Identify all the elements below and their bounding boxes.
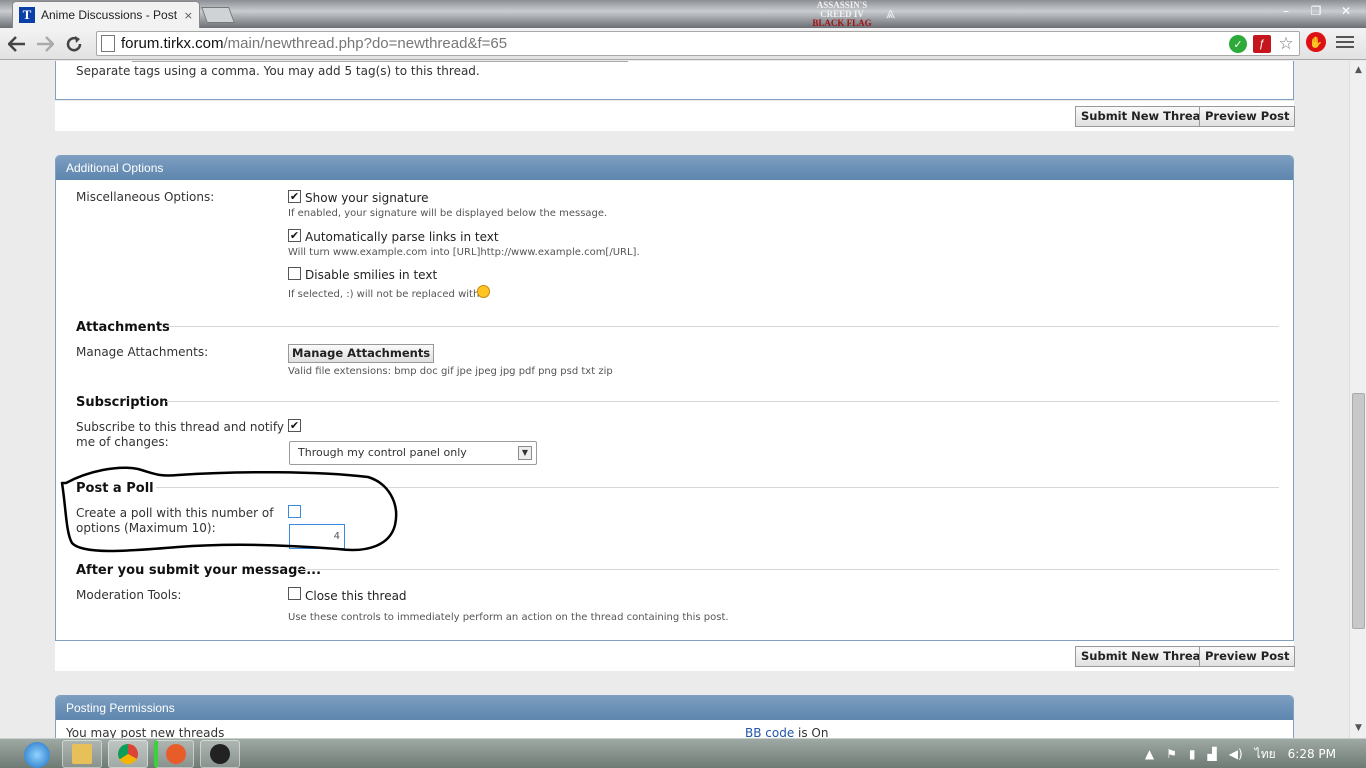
tags-hint: Separate tags using a comma. You may add… [76, 64, 480, 78]
poll-label-line2: options (Maximum 10): [76, 521, 216, 535]
scroll-down-icon[interactable]: ▼ [1353, 723, 1364, 734]
restore-icon[interactable]: ❐ [1304, 2, 1328, 20]
flash-icon[interactable]: ƒ [1253, 35, 1271, 53]
close-thread-checkbox[interactable] [288, 587, 301, 600]
permission-post-threads: You may post new threads [66, 726, 225, 738]
steam-icon[interactable] [200, 740, 240, 768]
bbcode-link[interactable]: BB code [745, 726, 794, 738]
adblock-icon[interactable]: ✋ [1306, 32, 1326, 52]
disable-smilies-label[interactable]: Disable smilies in text [305, 268, 437, 282]
tags-input[interactable] [132, 61, 628, 62]
forward-icon[interactable] [33, 32, 57, 56]
disable-smilies-hint: If selected, :) will not be replaced wit… [288, 289, 480, 300]
menu-icon[interactable] [1336, 32, 1354, 52]
scroll-up-icon[interactable]: ▲ [1353, 65, 1364, 76]
theme-logo: ASSASSIN'S CREED IV BLACK FLAG [812, 0, 872, 28]
browser-toolbar: forum.tirkx.com/main/newthread.php?do=ne… [0, 28, 1366, 60]
volume-icon[interactable]: ◀) [1229, 747, 1243, 761]
page-scrollbar[interactable]: ▲ ▼ [1349, 61, 1366, 738]
manage-attachments-label: Manage Attachments: [76, 345, 209, 359]
close-thread-label[interactable]: Close this thread [305, 589, 407, 603]
subscribe-label-line1: Subscribe to this thread and notify [76, 420, 284, 434]
show-signature-hint: If enabled, your signature will be displ… [288, 208, 608, 219]
divider [166, 401, 1279, 402]
top-actions: Submit New Thread Preview Post [55, 101, 1296, 131]
posting-permissions-header: Posting Permissions [56, 696, 1293, 720]
assassin-emblem-icon: ⩓ [886, 3, 896, 22]
tab-title: Anime Discussions - Post [41, 8, 178, 22]
back-icon[interactable] [5, 32, 29, 56]
file-explorer-icon[interactable] [62, 740, 102, 768]
chevron-down-icon: ▼ [518, 446, 532, 460]
parse-links-hint: Will turn www.example.com into [URL]http… [288, 247, 640, 258]
scroll-thumb[interactable] [1352, 393, 1365, 629]
poll-title: Post a Poll [76, 481, 154, 496]
chrome-taskbar-icon[interactable] [108, 740, 148, 768]
poll-label-line1: Create a poll with this number of [76, 506, 274, 520]
moderation-hint: Use these controls to immediately perfor… [288, 612, 729, 623]
flag-icon[interactable]: ⚑ [1166, 747, 1177, 761]
after-submit-title: After you submit your message... [76, 563, 322, 578]
check-icon[interactable]: ✓ [1229, 35, 1247, 53]
site-favicon-icon: T [19, 7, 35, 23]
poll-options-input[interactable]: 4 [289, 524, 345, 549]
smiley-icon [477, 285, 490, 298]
select-value: Through my control panel only [298, 446, 467, 459]
moderation-tools-label: Moderation Tools: [76, 588, 182, 602]
bottom-actions: Submit New Thread Preview Post [55, 641, 1296, 671]
window-controls: – ❐ ✕ [1274, 2, 1358, 20]
divider [156, 487, 1279, 488]
new-tab-button[interactable] [201, 7, 235, 23]
show-signature-label[interactable]: Show your signature [305, 191, 429, 205]
page-content: Separate tags using a comma. You may add… [0, 61, 1349, 738]
divider [166, 326, 1279, 327]
system-tray: ▲ ⚑ ▮ ▟ ◀) ไทย 6:28 PM [1145, 739, 1366, 768]
browser-titlebar: T Anime Discussions - Post × ASSASSIN'S … [0, 0, 1366, 28]
parse-links-checkbox[interactable]: ✔ [288, 229, 301, 242]
submit-new-thread-button[interactable]: Submit New Thread [1075, 106, 1215, 127]
parse-links-label[interactable]: Automatically parse links in text [305, 230, 499, 244]
tray-expand-icon[interactable]: ▲ [1145, 747, 1154, 761]
poll-checkbox[interactable] [288, 505, 301, 518]
reload-icon[interactable] [62, 32, 86, 56]
address-bar[interactable]: forum.tirkx.com/main/newthread.php?do=ne… [96, 31, 1300, 56]
windows-taskbar: ▲ ⚑ ▮ ▟ ◀) ไทย 6:28 PM [0, 738, 1366, 768]
subscription-mode-select[interactable]: Through my control panel only ▼ [289, 441, 537, 465]
preview-post-button[interactable]: Preview Post [1199, 646, 1296, 667]
signal-icon[interactable]: ▟ [1208, 747, 1217, 761]
page-icon [101, 35, 115, 52]
additional-options-header: Additional Options [56, 156, 1293, 180]
tab-close-icon[interactable]: × [184, 9, 193, 22]
subscription-title: Subscription [76, 395, 169, 410]
divider [296, 569, 1279, 570]
language-indicator[interactable]: ไทย [1255, 745, 1276, 764]
submit-new-thread-button[interactable]: Submit New Thread [1075, 646, 1215, 667]
clock[interactable]: 6:28 PM [1288, 747, 1336, 761]
browser-tab[interactable]: T Anime Discussions - Post × [12, 1, 200, 28]
ie-icon[interactable] [24, 742, 50, 768]
star-icon[interactable]: ☆ [1277, 34, 1295, 53]
show-signature-checkbox[interactable]: ✔ [288, 190, 301, 203]
additional-options-block: Additional Options Miscellaneous Options… [55, 155, 1294, 641]
permission-bbcode: BB code is On [745, 726, 829, 738]
tags-block: Separate tags using a comma. You may add… [55, 61, 1294, 100]
url-host: forum.tirkx.com [121, 35, 224, 52]
subscribe-label-line2: me of changes: [76, 435, 169, 449]
file-extensions-hint: Valid file extensions: bmp doc gif jpe j… [288, 366, 613, 377]
manage-attachments-button[interactable]: Manage Attachments [288, 344, 435, 363]
battery-icon[interactable]: ▮ [1189, 747, 1196, 761]
preview-post-button[interactable]: Preview Post [1199, 106, 1296, 127]
attachments-title: Attachments [76, 320, 170, 335]
misc-options-label: Miscellaneous Options: [76, 190, 215, 204]
close-window-icon[interactable]: ✕ [1334, 2, 1358, 20]
subscribe-checkbox[interactable]: ✔ [288, 419, 301, 432]
app-taskbar-icon[interactable] [154, 740, 194, 768]
disable-smilies-checkbox[interactable] [288, 267, 301, 280]
minimize-icon[interactable]: – [1274, 2, 1298, 20]
url-path: /main/newthread.php?do=newthread&f=65 [223, 35, 508, 52]
posting-permissions-block: Posting Permissions You may post new thr… [55, 695, 1294, 738]
